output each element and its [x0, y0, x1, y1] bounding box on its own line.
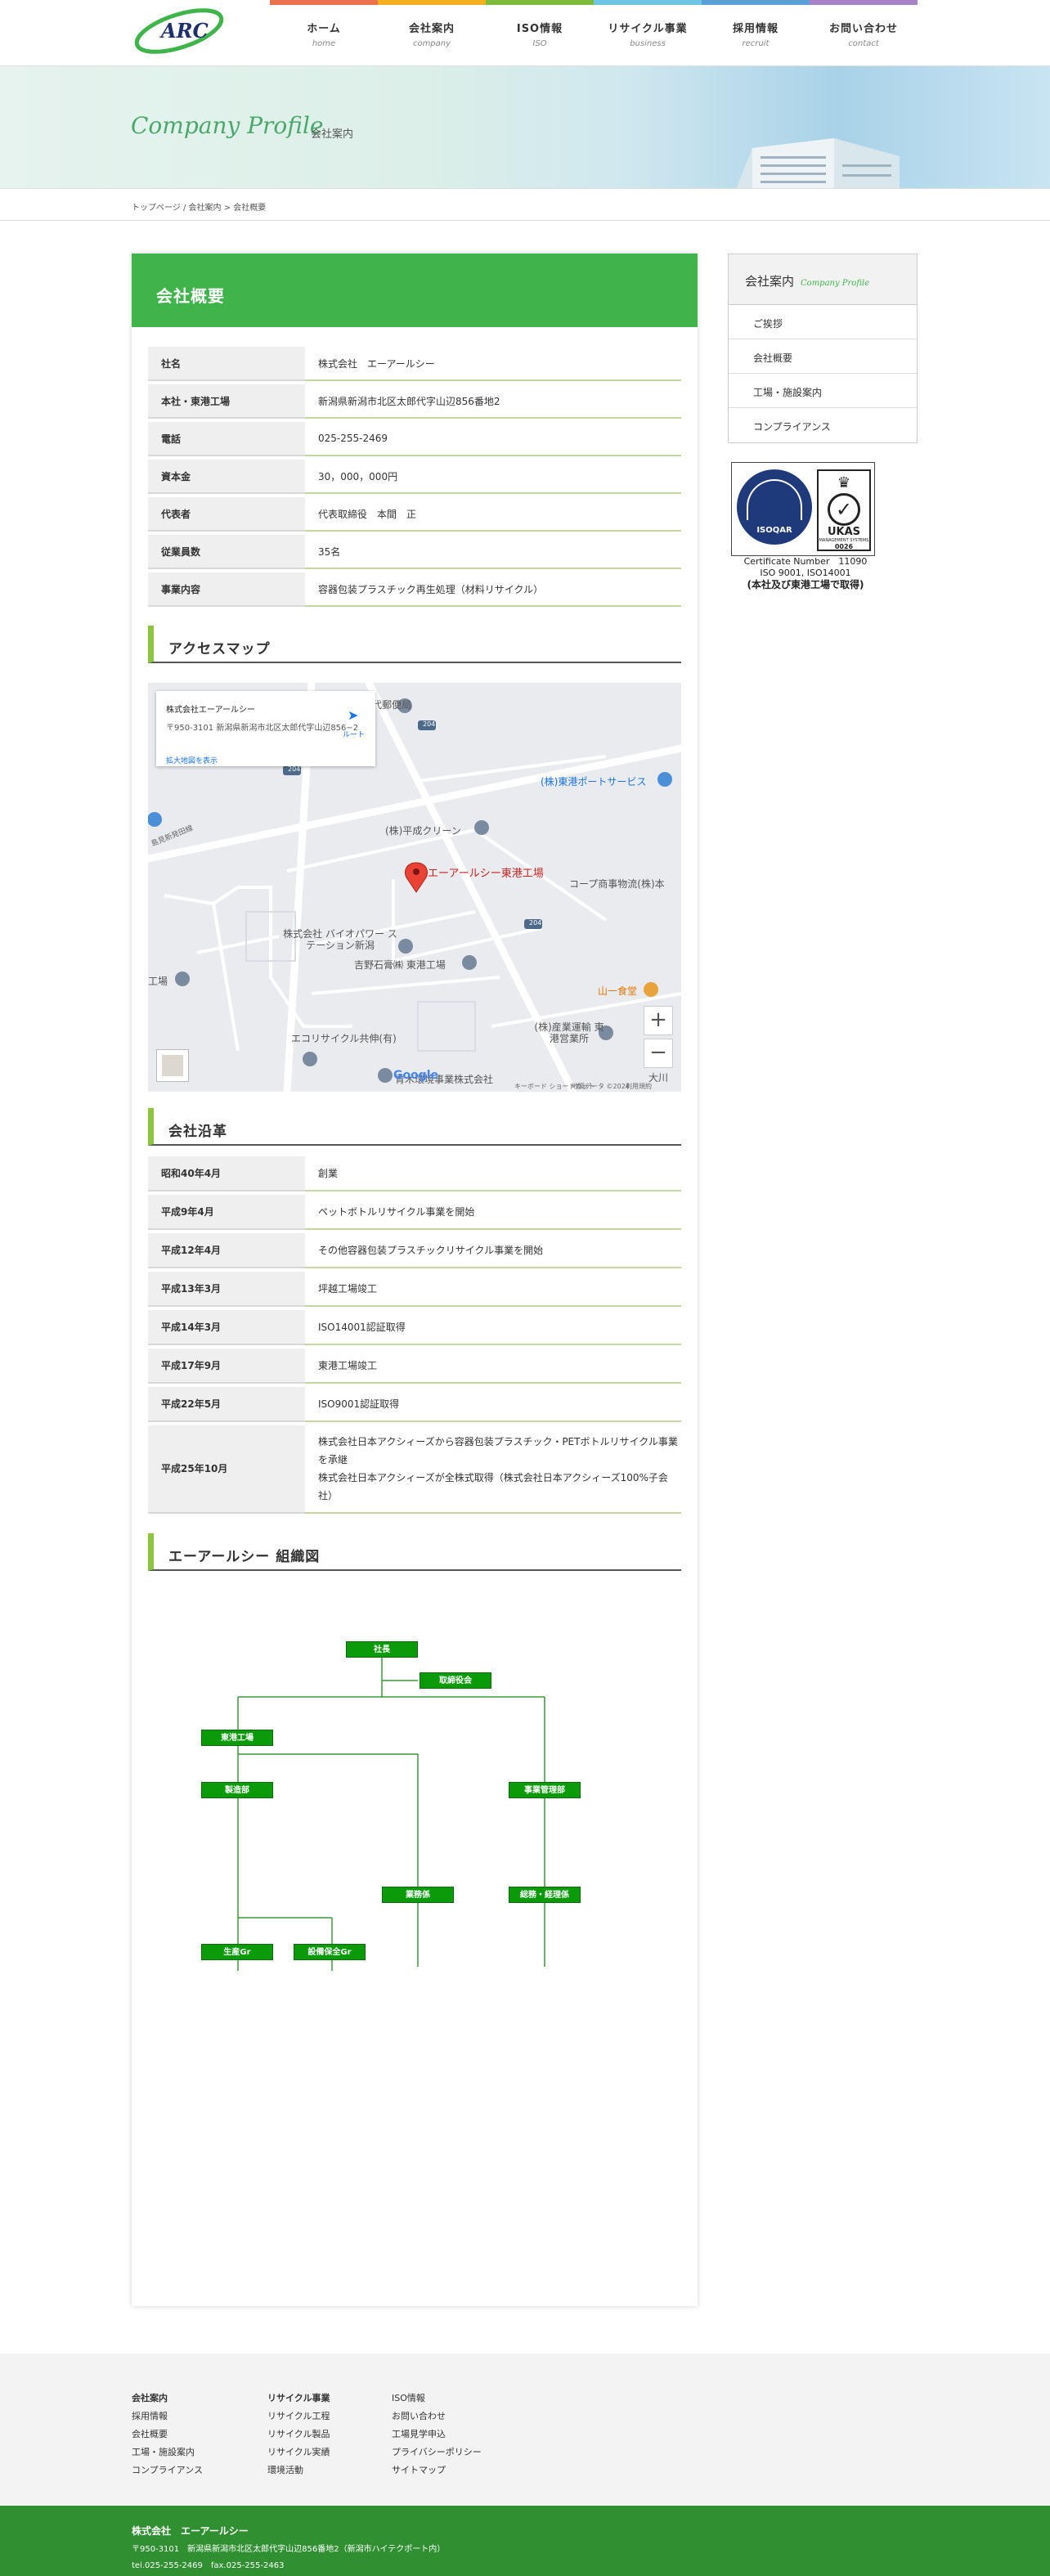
nav-home[interactable]: ホーム home: [270, 0, 378, 65]
google-logo: Google: [393, 1069, 439, 1082]
org-box-mfg: 製造部: [201, 1782, 273, 1798]
google-map[interactable]: 太郎代郵便局 (株)東港ポートサービス (株)平成クリーン エーアールシー東港工…: [148, 683, 681, 1092]
table-row: 平成9年4月 ペットボトルリサイクル事業を開始: [148, 1195, 681, 1230]
table-row: 資本金 30，000，000円: [148, 460, 681, 494]
breadcrumb: トップページ / 会社案内 > 会社概要: [0, 188, 1050, 221]
breadcrumb-text[interactable]: トップページ / 会社案内 > 会社概要: [132, 200, 266, 213]
directions-icon[interactable]: ➤: [348, 707, 358, 723]
table-row: 平成17年9月 東港工場竣工: [148, 1349, 681, 1384]
iso-cert-text: Certificate Number 11090 ISO 9001, ISO14…: [743, 556, 868, 590]
nav-contact[interactable]: お問い合わせ contact: [810, 0, 918, 65]
factory-building-image: [736, 138, 900, 188]
nav-bar: [594, 0, 702, 5]
org-box-admin: 事業管理部: [509, 1782, 581, 1798]
table-row: 事業内容 容器包装プラスチック再生処理（材料リサイクル）: [148, 572, 681, 607]
org-box-production: 生産Gr: [201, 1944, 273, 1960]
org-box-maintenance: 設備保全Gr: [294, 1944, 366, 1960]
nav-bar: [810, 0, 918, 5]
footer-links: 会社案内 採用情報 会社概要 工場・施設案内 コンプライアンス リサイクル事業 …: [0, 2354, 1050, 2506]
company-info-table: 社名 株式会社 エーアールシー 本社・東港工場 新潟県新潟市北区太郎代字山辺856番…: [148, 343, 681, 610]
pegman-icon: [162, 1055, 183, 1076]
history-heading: 会社沿革: [148, 1108, 681, 1146]
table-row: 平成13年3月 坪越工場竣工: [148, 1272, 681, 1307]
terms-link[interactable]: 利用規約: [626, 1082, 652, 1091]
main-content: 会社概要 社名 株式会社 エーアールシー 本社・東港工場 新潟県新潟市北区太郎代字山…: [132, 254, 698, 2306]
nav-bar: [702, 0, 810, 5]
crown-icon: ♛: [837, 474, 851, 491]
access-map-heading: アクセスマップ: [148, 626, 681, 663]
main-header: 会社概要: [132, 254, 698, 327]
zoom-out-button[interactable]: −: [644, 1039, 673, 1068]
iso-certificate-badge: ISOQAR ♛ ✓ UKAS MANAGEMENT SYSTEMS 0026: [731, 462, 875, 556]
map-info-card: 株式会社エーアールシー 〒950-3101 新潟県新潟市北区太郎代字山辺856−…: [156, 691, 375, 766]
footer-company-name: 株式会社 エーアールシー: [132, 2525, 249, 2537]
hero-banner: Company Profile 会社案内: [0, 65, 1050, 188]
table-row: 代表者 代表取締役 本間 正: [148, 497, 681, 532]
street-view-button[interactable]: [156, 1049, 189, 1082]
larger-map-link[interactable]: 拡大地図を表示: [166, 755, 218, 765]
site-header: ARC ホーム home 会社案内 company ISO情報 ISO リサイクル事業…: [0, 0, 1050, 65]
footer-col-company: 会社案内 採用情報 会社概要 工場・施設案内 コンプライアンス: [132, 2393, 204, 2475]
check-icon: ✓: [828, 493, 860, 526]
nav-bar: [270, 0, 378, 5]
sidebar-item-overview[interactable]: 会社概要: [729, 339, 917, 374]
org-box-president: 社長: [346, 1641, 418, 1658]
zoom-in-button[interactable]: +: [644, 1006, 673, 1035]
org-chart: 社長 取締役会 東港工場 製造部 事業管理部 業務係 総務・経理係 生産Gr 設…: [148, 1582, 681, 1991]
org-box-factory: 東港工場: [201, 1730, 273, 1746]
history-table: 昭和40年4月 創業 平成9年4月 ペットボトルリサイクル事業を開始 平成12年4月…: [148, 1153, 681, 1517]
page-title: 会社概要: [156, 286, 225, 306]
org-chart-heading: エーアールシー 組織図: [148, 1533, 681, 1571]
table-row: 平成14年3月 ISO14001認証取得: [148, 1310, 681, 1345]
sidebar-item-greeting[interactable]: ご挨拶: [729, 305, 917, 339]
table-row: 平成22年5月 ISO9001認証取得: [148, 1387, 681, 1422]
table-row: 平成12年4月 その他容器包装プラスチックリサイクル事業を開始: [148, 1233, 681, 1268]
table-row: 本社・東港工場 新潟県新潟市北区太郎代字山辺856番地2: [148, 384, 681, 419]
footer-tel: tel.025-255-2469 fax.025-255-2463: [132, 2561, 285, 2570]
table-row: 平成25年10月 株式会社日本アクシィーズから容器包装プラスチック・PETボトルリ…: [148, 1425, 681, 1514]
footer-col-misc: ISO情報 お問い合わせ 工場見学申込 プライバシーポリシー サイトマップ: [392, 2393, 482, 2475]
nav-bar: [378, 0, 486, 5]
org-box-general: 総務・経理係: [509, 1887, 581, 1903]
nav-recruit[interactable]: 採用情報 recruit: [702, 0, 810, 65]
hero-title: Company Profile: [131, 112, 324, 139]
footer-col-recycling: リサイクル事業 リサイクル工程 リサイクル製品 リサイクル実績 環境活動: [267, 2393, 330, 2475]
isoqar-arc: [747, 479, 802, 520]
table-row: 社名 株式会社 エーアールシー: [148, 347, 681, 381]
footer-address: 〒950-3101 新潟県新潟市北区太郎代字山辺856番地2（新潟市ハイテクポー…: [132, 2545, 446, 2554]
isoqar-logo: ISOQAR: [737, 469, 812, 545]
nav-business[interactable]: リサイクル事業 business: [594, 0, 702, 65]
svg-text:ARC: ARC: [159, 19, 209, 43]
sidebar: 会社案内 Company Profile ご挨拶 会社概要 工場・施設案内 コンプ…: [728, 254, 918, 443]
global-nav: ホーム home 会社案内 company ISO情報 ISO リサイクル事業 busi…: [270, 0, 918, 65]
directions-link[interactable]: ルート: [343, 729, 365, 739]
footer-company-info: 株式会社 エーアールシー 〒950-3101 新潟県新潟市北区太郎代字山辺856…: [0, 2506, 1050, 2576]
sidebar-item-compliance[interactable]: コンプライアンス: [729, 408, 917, 442]
table-row: 昭和40年4月 創業: [148, 1156, 681, 1192]
org-box-board: 取締役会: [420, 1672, 491, 1689]
sidebar-header: 会社案内 Company Profile: [729, 254, 917, 305]
table-row: 従業員数 35名: [148, 535, 681, 569]
arc-logo[interactable]: ARC: [132, 7, 231, 54]
sidebar-item-facilities[interactable]: 工場・施設案内: [729, 374, 917, 408]
ukas-logo: ♛ ✓ UKAS MANAGEMENT SYSTEMS 0026: [817, 469, 871, 551]
nav-iso[interactable]: ISO情報 ISO: [486, 0, 594, 65]
hero-subtitle: 会社案内: [311, 128, 354, 141]
nav-bar: [486, 0, 594, 5]
nav-company[interactable]: 会社案内 company: [378, 0, 486, 65]
table-row: 電話 025-255-2469: [148, 422, 681, 456]
org-box-ops: 業務係: [382, 1887, 454, 1903]
